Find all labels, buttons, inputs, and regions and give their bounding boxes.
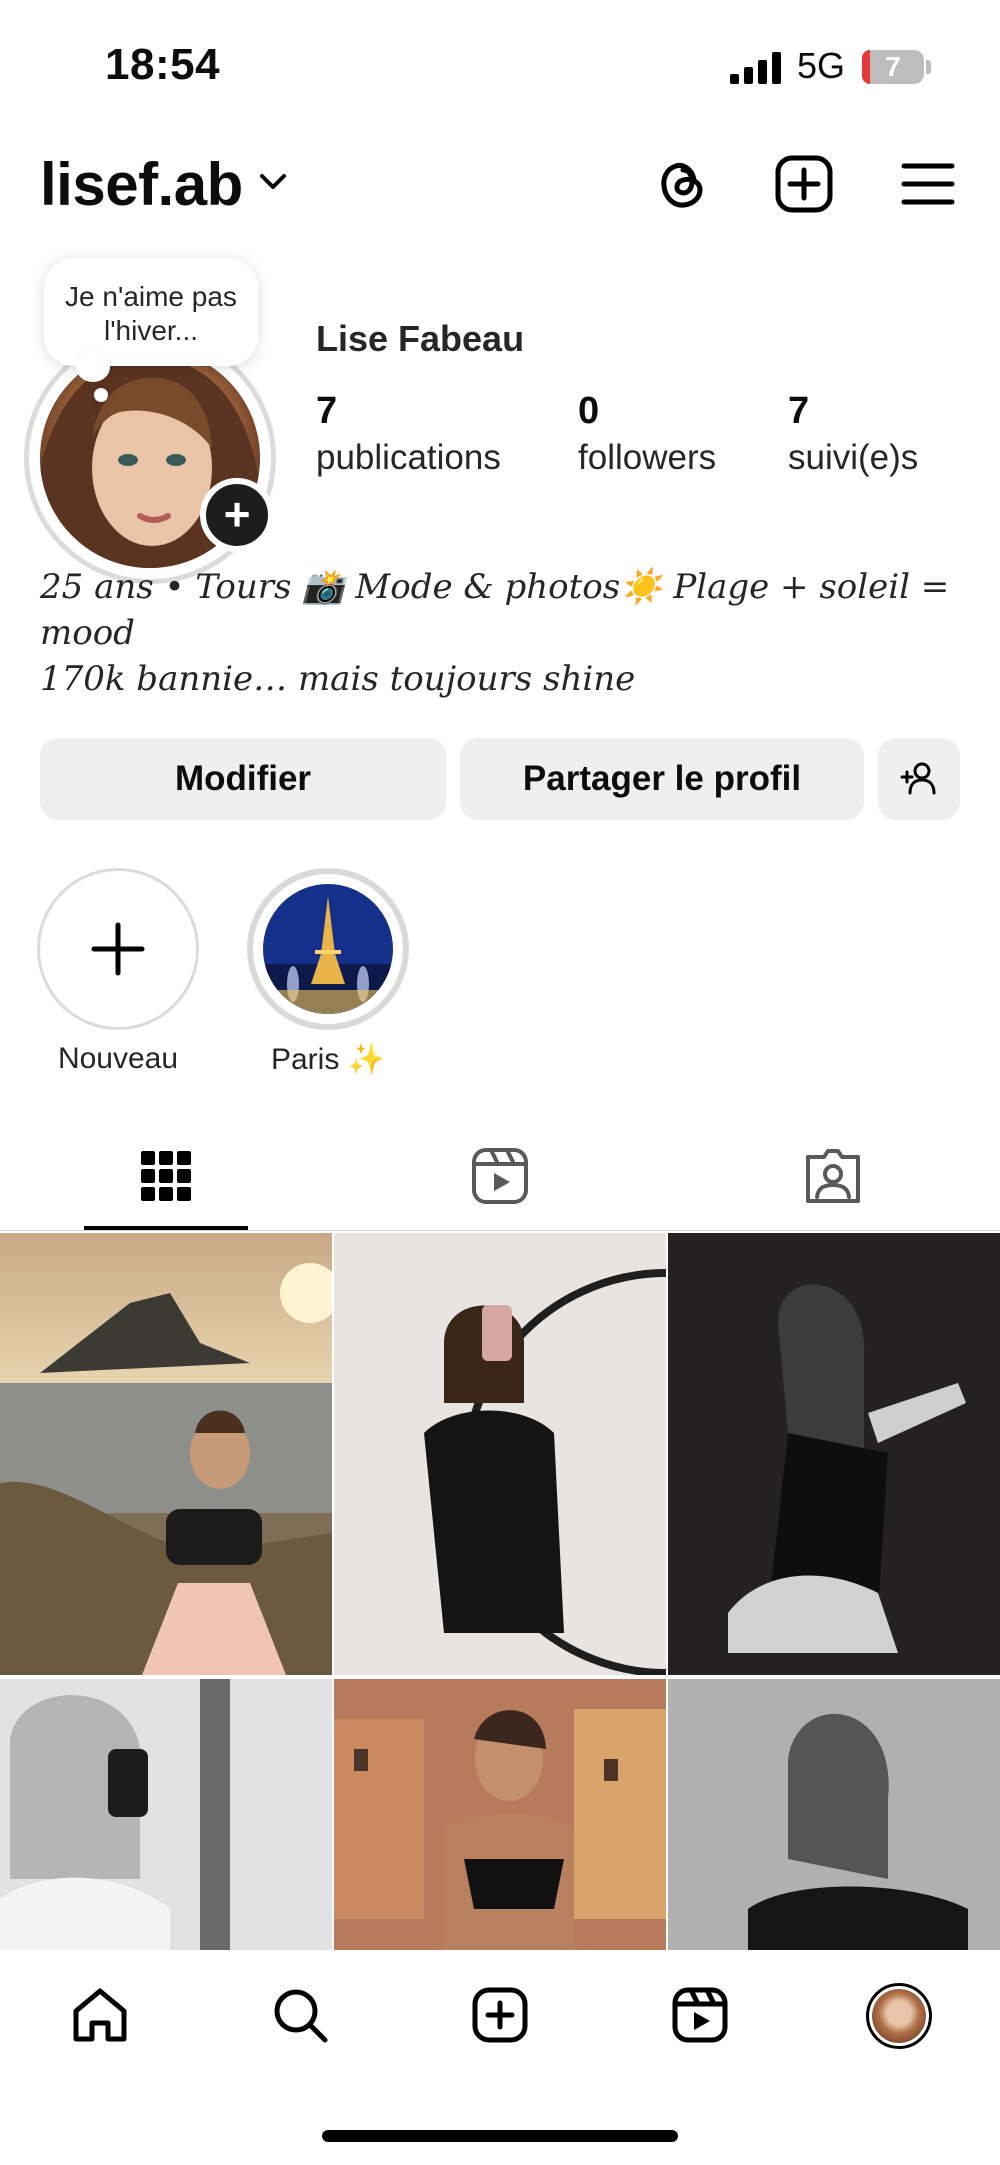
reels-nav-icon[interactable] [670, 1985, 730, 2045]
new-highlight-button[interactable] [37, 868, 199, 1030]
post-thumbnail[interactable] [334, 1679, 666, 1950]
following-label[interactable]: suivi(e)s [788, 438, 918, 478]
network-type: 5G [797, 45, 846, 86]
bio: 25 ans • Tours 📸 Mode & photos☀️ Plage +… [40, 564, 970, 702]
home-icon[interactable] [70, 1985, 130, 2045]
post-thumbnail[interactable] [668, 1679, 1000, 1950]
grid-icon[interactable] [135, 1145, 197, 1207]
create-icon[interactable] [772, 152, 836, 216]
plus-icon [91, 922, 145, 976]
post-thumbnail[interactable] [334, 1233, 666, 1675]
posts-label[interactable]: publications [316, 438, 501, 478]
bio-line-1: 25 ans • Tours 📸 Mode & photos☀️ Plage +… [40, 567, 950, 653]
following-count[interactable]: 7 [788, 390, 809, 433]
menu-icon[interactable] [896, 152, 960, 216]
post-thumbnail[interactable] [0, 1679, 332, 1950]
add-person-icon [900, 762, 936, 795]
battery-nub [926, 60, 931, 74]
search-icon[interactable] [270, 1985, 330, 2045]
note-bubble-tail-small [94, 388, 108, 402]
full-name: Lise Fabeau [316, 318, 525, 359]
tagged-icon[interactable] [802, 1145, 864, 1207]
create-post-icon[interactable] [470, 1985, 530, 2045]
suggest-people-button[interactable] [878, 738, 960, 820]
chevron-down-icon[interactable] [258, 170, 288, 194]
tab-separator [0, 1230, 1000, 1231]
note-bubble-tail [76, 352, 110, 382]
add-story-button[interactable]: + [200, 478, 274, 552]
followers-count[interactable]: 0 [578, 390, 599, 433]
followers-label[interactable]: followers [578, 438, 716, 478]
reels-icon[interactable] [469, 1145, 531, 1207]
battery-percent: 7 [885, 51, 901, 82]
share-profile-button[interactable]: Partager le profil [460, 738, 864, 820]
posts-count[interactable]: 7 [316, 390, 337, 433]
note-text: Je n'aime pas l'hiver... [65, 281, 237, 346]
username[interactable]: lisef.ab [40, 150, 243, 219]
avatar [872, 1989, 926, 2043]
home-indicator [322, 2130, 678, 2142]
bio-line-2: 170k bannie… mais toujours shine [40, 659, 636, 699]
threads-icon[interactable] [650, 152, 714, 216]
highlight-paris-thumbnail [263, 884, 393, 1014]
highlight-label-new: Nouveau [57, 1042, 179, 1075]
signal-icon [730, 52, 781, 84]
post-thumbnail[interactable] [0, 1233, 332, 1675]
profile-nav-avatar[interactable] [866, 1983, 932, 2049]
status-time: 18:54 [105, 40, 221, 89]
highlight-label-paris: Paris ✨ [270, 1043, 386, 1076]
post-thumbnail[interactable] [668, 1233, 1000, 1675]
edit-profile-button[interactable]: Modifier [40, 738, 446, 820]
highlight-paris[interactable] [247, 868, 409, 1030]
